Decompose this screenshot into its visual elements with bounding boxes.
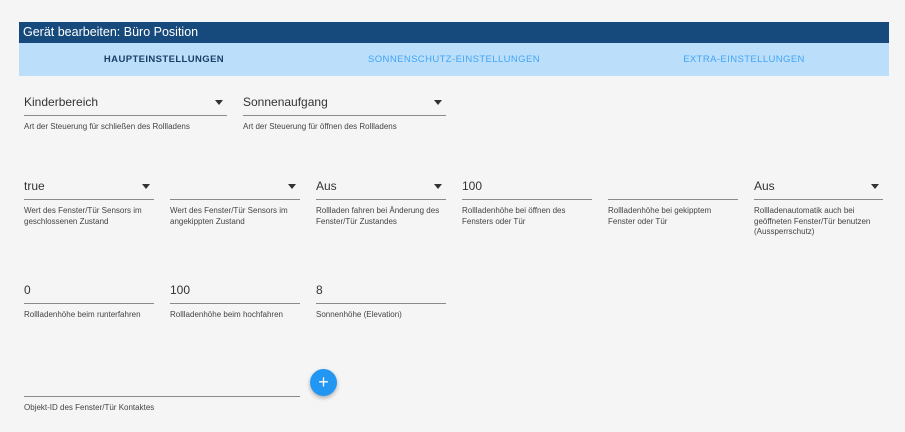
- add-button[interactable]: +: [310, 369, 337, 396]
- close-type-field: Kinderbereich Art der Steuerung für schl…: [24, 92, 227, 142]
- plus-icon: +: [318, 372, 329, 392]
- dropdown-arrow-icon: [434, 184, 442, 189]
- tab-bar: HAUPTEINSTELLUNGEN SONNENSCHUTZ-EINSTELL…: [19, 43, 889, 76]
- dialog-title: Gerät bearbeiten: Büro Position: [19, 22, 889, 43]
- dropdown-arrow-icon: [142, 184, 150, 189]
- open-type-field: Sonnenaufgang Art der Steuerung für öffn…: [243, 92, 446, 142]
- open-type-select[interactable]: Sonnenaufgang: [243, 92, 446, 116]
- height-open-window-field: 100 Rollladenhöhe bei öffnen des Fenster…: [462, 176, 592, 246]
- open-type-helper: Art der Steuerung für öffnen des Rolllad…: [243, 122, 397, 131]
- height-open-window-helper: Rollladenhöhe bei öffnen des Fensters od…: [462, 206, 566, 226]
- open-type-value: Sonnenaufgang: [243, 95, 328, 109]
- lockout-helper: Rollladenautomatik auch bei geöffneten F…: [754, 206, 871, 236]
- dropdown-arrow-icon: [288, 184, 296, 189]
- lockout-field: Aus Rollladenautomatik auch bei geöffnet…: [754, 176, 883, 246]
- sun-elevation-helper: Sonnenhöhe (Elevation): [316, 310, 402, 319]
- sun-elevation-field: 8 Sonnenhöhe (Elevation): [316, 280, 446, 340]
- height-open-window-input[interactable]: 100: [462, 176, 592, 200]
- height-down-input[interactable]: 0: [24, 280, 154, 304]
- lockout-value: Aus: [754, 179, 775, 193]
- height-tilted-helper: Rollladenhöhe bei gekipptem Fenster oder…: [608, 206, 712, 226]
- tab-haupteinstellungen[interactable]: HAUPTEINSTELLUNGEN: [19, 43, 309, 76]
- contact-id-input[interactable]: [24, 373, 300, 397]
- height-open-window-value: 100: [462, 179, 483, 193]
- height-tilted-field: Rollladenhöhe bei gekipptem Fenster oder…: [608, 176, 738, 246]
- height-down-field: 0 Rollladenhöhe beim runterfahren: [24, 280, 154, 340]
- contact-id-helper: Objekt-ID des Fenster/Tür Kontaktes: [24, 403, 155, 412]
- move-on-change-value: Aus: [316, 179, 337, 193]
- sensor-closed-helper: Wert des Fenster/Tür Sensors im geschlos…: [24, 206, 142, 226]
- sensor-tilted-select[interactable]: [170, 176, 300, 200]
- height-tilted-input[interactable]: [608, 176, 738, 200]
- sensor-closed-value: true: [24, 179, 45, 193]
- sensor-closed-select[interactable]: true: [24, 176, 154, 200]
- height-up-field: 100 Rollladenhöhe beim hochfahren: [170, 280, 300, 340]
- move-on-change-select[interactable]: Aus: [316, 176, 446, 200]
- sensor-closed-field: true Wert des Fenster/Tür Sensors im ges…: [24, 176, 154, 246]
- dropdown-arrow-icon: [215, 100, 223, 105]
- lockout-select[interactable]: Aus: [754, 176, 883, 200]
- contact-id-field: Objekt-ID des Fenster/Tür Kontaktes: [24, 373, 300, 423]
- close-type-value: Kinderbereich: [24, 95, 99, 109]
- sensor-tilted-field: Wert des Fenster/Tür Sensors im angekipp…: [170, 176, 300, 246]
- height-down-helper: Rollladenhöhe beim runterfahren: [24, 310, 141, 319]
- move-on-change-helper: Rollladen fahren bei Änderung des Fenste…: [316, 206, 440, 226]
- height-down-value: 0: [24, 283, 31, 297]
- height-up-value: 100: [170, 283, 191, 297]
- sun-elevation-value: 8: [316, 283, 323, 297]
- tab-sonnenschutz-einstellungen[interactable]: SONNENSCHUTZ-EINSTELLUNGEN: [309, 43, 599, 76]
- close-type-helper: Art der Steuerung für schließen des Roll…: [24, 122, 190, 131]
- sun-elevation-input[interactable]: 8: [316, 280, 446, 304]
- close-type-select[interactable]: Kinderbereich: [24, 92, 227, 116]
- sensor-tilted-helper: Wert des Fenster/Tür Sensors im angekipp…: [170, 206, 288, 226]
- dropdown-arrow-icon: [871, 184, 879, 189]
- height-up-helper: Rollladenhöhe beim hochfahren: [170, 310, 283, 319]
- height-up-input[interactable]: 100: [170, 280, 300, 304]
- tab-extra-einstellungen[interactable]: EXTRA-EINSTELLUNGEN: [599, 43, 889, 76]
- move-on-change-field: Aus Rollladen fahren bei Änderung des Fe…: [316, 176, 446, 246]
- dropdown-arrow-icon: [434, 100, 442, 105]
